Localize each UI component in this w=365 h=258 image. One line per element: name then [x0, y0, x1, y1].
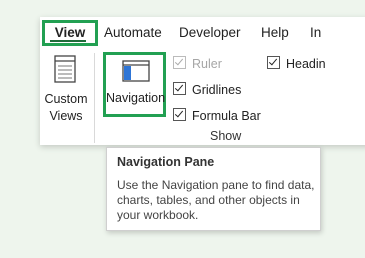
formula-bar-check-icon: [173, 108, 186, 121]
active-tab-underline: [50, 40, 86, 42]
group-separator: [94, 53, 95, 143]
headings-checkbox[interactable]: Headin: [267, 56, 326, 71]
tab-developer[interactable]: Developer: [179, 25, 241, 40]
ruler-check-icon: [173, 56, 186, 69]
headings-check-icon: [267, 56, 280, 69]
navigation-pane-tooltip: Navigation Pane Use the Navigation pane …: [106, 147, 321, 231]
tab-automate[interactable]: Automate: [104, 25, 162, 40]
ribbon: View Automate Developer Help In Custom V…: [40, 17, 365, 145]
custom-views-button[interactable]: Custom Views: [40, 50, 92, 130]
ruler-checkbox[interactable]: Ruler: [173, 56, 222, 71]
tooltip-title: Navigation Pane: [117, 155, 215, 169]
ribbon-tabs: View Automate Developer Help In: [40, 17, 365, 46]
tooltip-body: Use the Navigation pane to find data, ch…: [117, 178, 315, 222]
navigation-pane-icon: [122, 60, 150, 82]
tab-insert-partial[interactable]: In: [310, 25, 321, 40]
navigation-button[interactable]: Navigation: [103, 52, 166, 117]
tab-help[interactable]: Help: [261, 25, 289, 40]
tab-view[interactable]: View: [42, 20, 98, 46]
gridlines-check-icon: [173, 82, 186, 95]
gridlines-checkbox[interactable]: Gridlines: [173, 82, 241, 97]
custom-views-icon: [54, 55, 76, 83]
formula-bar-checkbox[interactable]: Formula Bar: [173, 108, 261, 123]
navigation-label: Navigation: [106, 91, 166, 105]
custom-views-label: Custom Views: [44, 92, 88, 123]
show-group-label: Show: [210, 129, 242, 143]
